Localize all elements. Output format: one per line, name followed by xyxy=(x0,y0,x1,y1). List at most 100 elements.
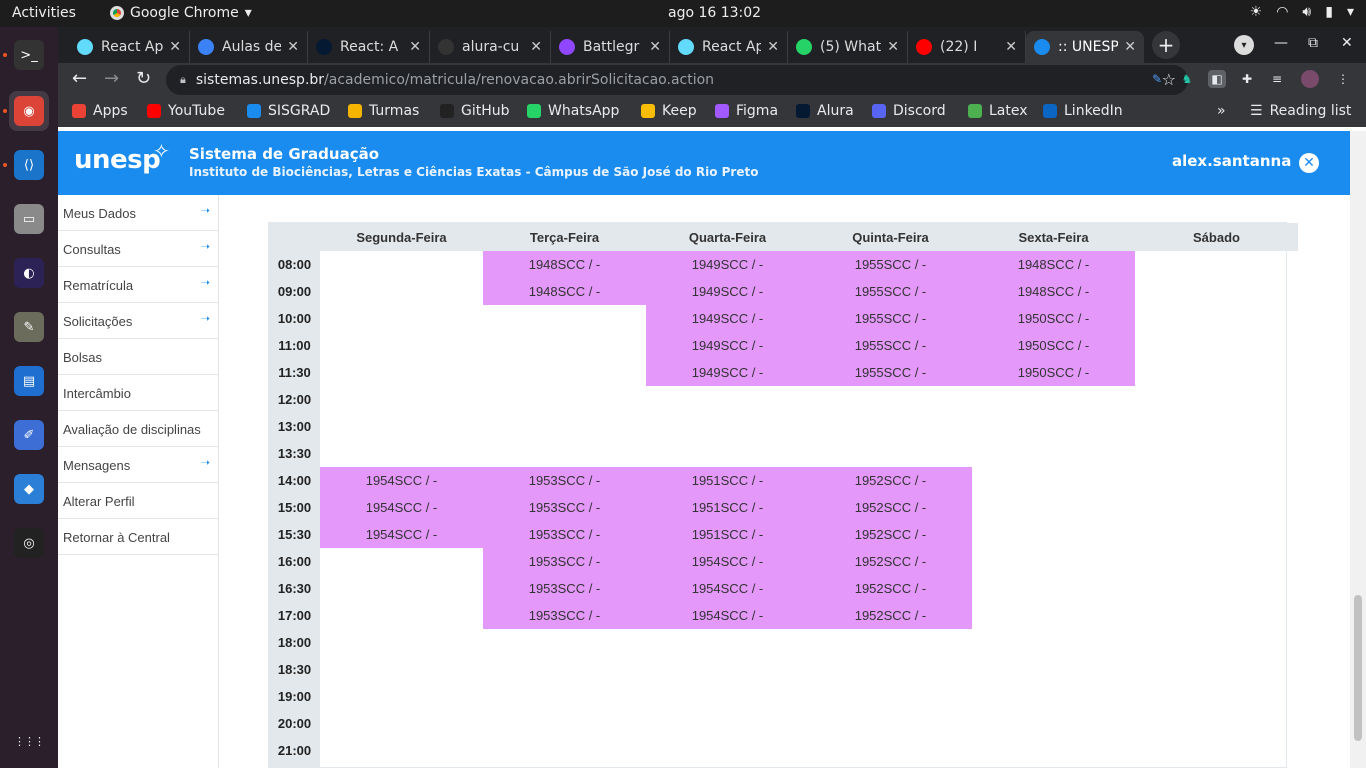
lock-icon[interactable]: 🔒︎ xyxy=(180,73,186,87)
extensions-puzzle-icon[interactable]: ✚ xyxy=(1238,70,1256,88)
class-slot: 1949SCC / - xyxy=(646,359,809,386)
sidebar-item-avaliação-de-disciplinas[interactable]: Avaliação de disciplinas xyxy=(58,411,218,447)
system-tray[interactable]: ☀ ◠ 🔊︎ ▮ ▾ xyxy=(1250,4,1354,20)
dock-item-gimp[interactable]: ✎ xyxy=(9,307,49,347)
url-domain: sistemas.unesp.br xyxy=(195,72,325,88)
new-tab-button[interactable]: + xyxy=(1152,31,1180,59)
browser-tab[interactable]: Battlegr ✕ xyxy=(551,31,670,63)
dock-item-chrome[interactable]: ◉ xyxy=(9,91,49,131)
browser-toolbar: ← → ↻ 🔒︎ sistemas.unesp.br /academico/ma… xyxy=(58,63,1366,97)
logout-close-icon[interactable]: ✕ xyxy=(1299,153,1319,173)
sidebar-item-solicitações[interactable]: Solicitações ➝ xyxy=(58,303,218,339)
back-button[interactable]: ← xyxy=(72,68,87,89)
time-slot-label: 15:00 xyxy=(277,500,312,515)
time-slot-label: 14:00 xyxy=(277,473,312,488)
bookmark-youtube[interactable]: YouTube xyxy=(147,103,225,119)
bookmark-favicon-icon xyxy=(348,104,362,118)
close-tab-icon[interactable]: ✕ xyxy=(169,39,181,55)
sidebar-item-retornar-à-central[interactable]: Retornar à Central xyxy=(58,519,218,555)
bookmark-latex[interactable]: Latex xyxy=(968,103,1028,119)
bookmark-figma[interactable]: Figma xyxy=(715,103,778,119)
reading-list-icon: ☰ xyxy=(1250,103,1263,119)
dock-item-eclipse[interactable]: ◐ xyxy=(9,253,49,293)
bookmarks-overflow-button[interactable]: » xyxy=(1217,103,1226,119)
close-tab-icon[interactable]: ✕ xyxy=(1005,39,1017,55)
browser-tab[interactable]: React: A ✕ xyxy=(308,31,430,63)
maximize-icon[interactable]: ⧉ xyxy=(1308,35,1318,51)
class-slot: 1955SCC / - xyxy=(809,359,972,386)
bookmark-label: LinkedIn xyxy=(1064,103,1123,119)
dock-item-files[interactable]: ▭ xyxy=(9,199,49,239)
bookmark-turmas[interactable]: Turmas xyxy=(348,103,419,119)
bookmark-linkedin[interactable]: LinkedIn xyxy=(1043,103,1123,119)
class-slot: 1949SCC / - xyxy=(646,251,809,278)
bookmark-whatsapp[interactable]: WhatsApp xyxy=(527,103,619,119)
close-tab-icon[interactable]: ✕ xyxy=(887,39,899,55)
forward-button[interactable]: → xyxy=(104,68,119,89)
tab-search-button[interactable]: ▾ xyxy=(1234,35,1254,55)
browser-tab[interactable]: (22) I ✕ xyxy=(908,31,1026,63)
bookmark-favicon-icon xyxy=(147,104,161,118)
scrollbar-thumb[interactable] xyxy=(1354,595,1362,741)
browser-tab[interactable]: React Ap ✕ xyxy=(670,31,788,63)
time-slot-label: 08:00 xyxy=(277,257,312,272)
sidebar-item-consultas[interactable]: Consultas ➝ xyxy=(58,231,218,267)
page-scrollbar[interactable] xyxy=(1350,131,1366,768)
extension-box-icon[interactable]: ◧ xyxy=(1208,70,1226,88)
close-window-icon[interactable]: ✕ xyxy=(1341,35,1353,51)
extension-unicorn-icon[interactable]: ♞ xyxy=(1178,70,1196,88)
browser-tab[interactable]: alura-cu ✕ xyxy=(430,31,551,63)
sidebar-item-label: Mensagens xyxy=(63,458,131,473)
dock-item-vscode[interactable]: ⟨⟩ xyxy=(9,145,49,185)
activities-button[interactable]: Activities xyxy=(12,5,76,21)
dock-item-libreoffice-writer[interactable]: ▤ xyxy=(9,361,49,401)
browser-tab[interactable]: :: UNESP ✕ xyxy=(1026,31,1144,63)
time-slot-label: 16:30 xyxy=(277,581,312,596)
chrome-icon: ◉ xyxy=(14,96,44,126)
bookmark-keep[interactable]: Keep xyxy=(641,103,697,119)
clock[interactable]: ago 16 13:02 xyxy=(668,5,761,21)
address-bar[interactable]: 🔒︎ sistemas.unesp.br /academico/matricul… xyxy=(166,65,1188,95)
class-slot: 1948SCC / - xyxy=(972,278,1135,305)
bookmark-sisgrad[interactable]: SISGRAD xyxy=(247,103,330,119)
sidebar-item-bolsas[interactable]: Bolsas xyxy=(58,339,218,375)
bookmark-label: Alura xyxy=(817,103,854,119)
close-tab-icon[interactable]: ✕ xyxy=(530,39,542,55)
day-column-header: Quinta-Feira xyxy=(809,223,972,251)
reading-list-button[interactable]: ☰ Reading list xyxy=(1250,103,1351,119)
sidebar-item-intercâmbio[interactable]: Intercâmbio xyxy=(58,375,218,411)
class-slot: 1949SCC / - xyxy=(646,332,809,359)
sidebar-item-alterar-perfil[interactable]: Alterar Perfil xyxy=(58,483,218,519)
close-tab-icon[interactable]: ✕ xyxy=(409,39,421,55)
extension-eyedropper-icon[interactable]: ✎ xyxy=(1148,70,1166,88)
close-tab-icon[interactable]: ✕ xyxy=(287,39,299,55)
close-tab-icon[interactable]: ✕ xyxy=(767,39,779,55)
bookmark-apps[interactable]: Apps xyxy=(72,103,128,119)
menu-kebab-icon[interactable]: ⋮ xyxy=(1334,70,1352,88)
class-slot: 1954SCC / - xyxy=(320,521,483,548)
close-tab-icon[interactable]: ✕ xyxy=(649,39,661,55)
sidebar-item-rematrícula[interactable]: Rematrícula ➝ xyxy=(58,267,218,303)
bookmark-alura[interactable]: Alura xyxy=(796,103,854,119)
dock-item-text-editor[interactable]: ✐ xyxy=(9,415,49,455)
bookmark-discord[interactable]: Discord xyxy=(872,103,946,119)
dock-item-show-apps[interactable]: ⋮⋮⋮ xyxy=(9,721,49,761)
app-menu[interactable]: Google Chrome ▾ xyxy=(110,5,252,21)
reload-button[interactable]: ↻ xyxy=(136,68,151,89)
minimize-icon[interactable]: — xyxy=(1274,35,1288,51)
dock-item-virtualbox[interactable]: ◆ xyxy=(9,469,49,509)
sidebar-item-mensagens[interactable]: Mensagens ➝ xyxy=(58,447,218,483)
tab-title: Aulas de xyxy=(222,39,282,55)
dock-item-obs[interactable]: ◎ xyxy=(9,523,49,563)
class-slot: 1953SCC / - xyxy=(483,467,646,494)
profile-avatar[interactable] xyxy=(1301,70,1319,88)
browser-tab[interactable]: Aulas de ✕ xyxy=(190,31,308,63)
bookmark-label: Discord xyxy=(893,103,946,119)
browser-tab[interactable]: React Ap ✕ xyxy=(69,31,190,63)
bookmark-github[interactable]: GitHub xyxy=(440,103,510,119)
browser-tab[interactable]: (5) What ✕ xyxy=(788,31,908,63)
dock-item-terminal[interactable]: >_ xyxy=(9,35,49,75)
media-control-icon[interactable]: ≡ xyxy=(1268,70,1286,88)
close-tab-icon[interactable]: ✕ xyxy=(1124,39,1136,55)
sidebar-item-meus-dados[interactable]: Meus Dados ➝ xyxy=(58,195,218,231)
